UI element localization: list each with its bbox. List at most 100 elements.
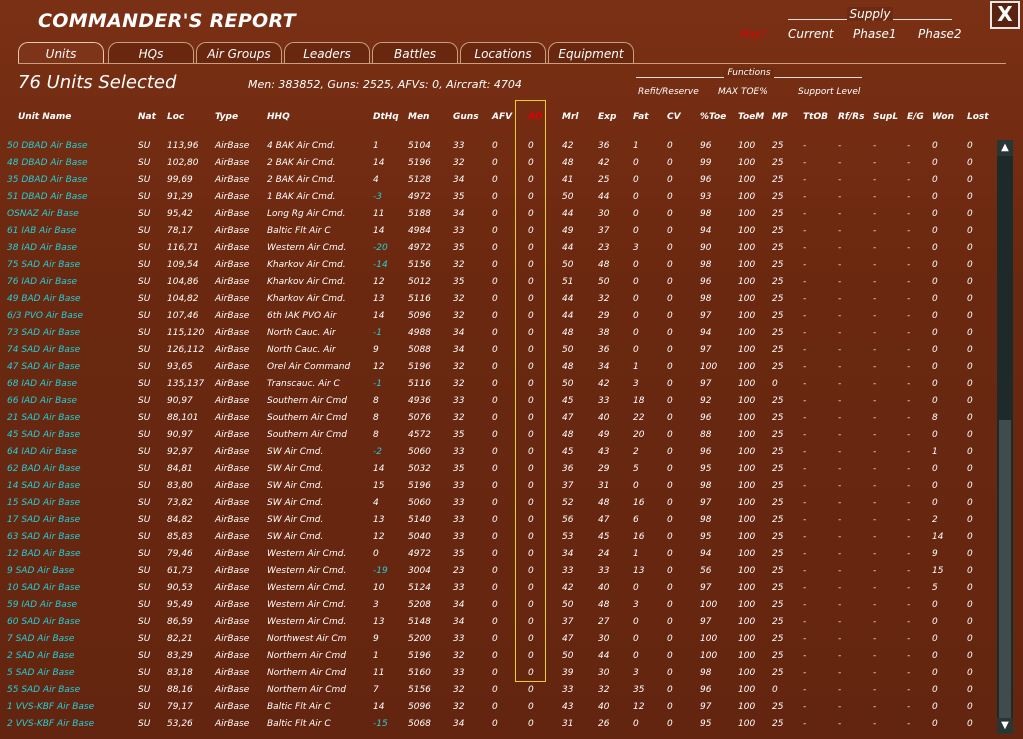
unit-name-link[interactable]: 64 IAD Air Base [7,447,77,457]
table-row[interactable]: 55 SAD Air Base SU 88,16 AirBase Northern Ai… [0,681,990,698]
unit-name-link[interactable]: 9 SAD Air Base [7,566,74,576]
table-row[interactable]: 21 SAD Air Base SU 88,101 AirBase Southern A… [0,409,990,426]
unit-name-link[interactable]: 73 SAD Air Base [7,328,80,338]
unit-name-link[interactable]: 15 SAD Air Base [7,498,80,508]
unit-name-link[interactable]: 68 IAD Air Base [7,379,77,389]
col-header-cv[interactable]: CV [667,112,681,122]
unit-name-link[interactable]: 2 VVS-KBF Air Base [7,719,94,729]
col-header-fat[interactable]: Fat [633,112,649,122]
unit-name-link[interactable]: 7 SAD Air Base [7,634,74,644]
tab-locations[interactable]: Locations [460,42,546,64]
unit-name-link[interactable]: 51 DBAD Air Base [7,192,88,202]
scrollbar-thumb[interactable] [999,420,1011,718]
table-row[interactable]: 50 DBAD Air Base SU 113,96 AirBase 4 BAK Air… [0,137,990,154]
table-row[interactable]: 51 DBAD Air Base SU 91,29 AirBase 1 BAK Air … [0,188,990,205]
unit-name-link[interactable]: 10 SAD Air Base [7,583,80,593]
table-row[interactable]: 2 SAD Air Base SU 83,29 AirBase Northern Air… [0,647,990,664]
refit-reserve-button[interactable]: Refit/Reserve [638,87,699,97]
table-row[interactable]: 9 SAD Air Base SU 61,73 AirBase Western Air … [0,562,990,579]
unit-name-link[interactable]: 55 SAD Air Base [7,685,80,695]
col-header-afv[interactable]: AFV [492,112,512,122]
table-row[interactable]: 60 SAD Air Base SU 86,59 AirBase Western Air… [0,613,990,630]
close-button[interactable]: X [990,1,1020,29]
tab-air-groups[interactable]: Air Groups [196,42,282,64]
support-level-button[interactable]: Support Level [798,87,860,97]
table-row[interactable]: 15 SAD Air Base SU 73,82 AirBase SW Air Cmd.… [0,494,990,511]
table-row[interactable]: 76 IAD Air Base SU 104,86 AirBase Kharkov Ai… [0,273,990,290]
unit-name-link[interactable]: 21 SAD Air Base [7,413,80,423]
unit-name-link[interactable]: 35 DBAD Air Base [7,175,88,185]
table-row[interactable]: 35 DBAD Air Base SU 99,69 AirBase 2 BAK Air … [0,171,990,188]
unit-name-link[interactable]: 14 SAD Air Base [7,481,80,491]
col-header-men[interactable]: Men [408,112,429,122]
unit-name-link[interactable]: OSNAZ Air Base [7,209,79,219]
table-row[interactable]: 66 IAD Air Base SU 90,97 AirBase Southern Ai… [0,392,990,409]
table-row[interactable]: 48 DBAD Air Base SU 102,80 AirBase 2 BAK Air… [0,154,990,171]
table-row[interactable]: 12 BAD Air Base SU 79,46 AirBase Western Air… [0,545,990,562]
unit-name-link[interactable]: 38 IAD Air Base [7,243,77,253]
table-row[interactable]: 68 IAD Air Base SU 135,137 AirBase Transcauc… [0,375,990,392]
unit-name-link[interactable]: 5 SAD Air Base [7,668,74,678]
unit-name-link[interactable]: 74 SAD Air Base [7,345,80,355]
col-header-dthq[interactable]: DtHq [373,112,399,122]
col-header-unit-name[interactable]: Unit Name [18,112,71,122]
supply-phase1-button[interactable]: Phase1 [853,27,896,41]
max-toe-button[interactable]: MAX TOE% [718,87,768,97]
unit-name-link[interactable]: 45 SAD Air Base [7,430,80,440]
unit-name-link[interactable]: 61 IAB Air Base [7,226,76,236]
table-row[interactable]: 38 IAD Air Base SU 116,71 AirBase Western Ai… [0,239,990,256]
col-header-toem[interactable]: ToeM [738,112,764,122]
col-header-ttob[interactable]: TtOB [803,112,828,122]
tab-hqs[interactable]: HQs [108,42,194,64]
table-row[interactable]: 75 SAD Air Base SU 109,54 AirBase Kharkov Ai… [0,256,990,273]
tab-equipment[interactable]: Equipment [548,42,634,64]
unit-name-link[interactable]: 17 SAD Air Base [7,515,80,525]
table-row[interactable]: 74 SAD Air Base SU 126,112 AirBase North Cau… [0,341,990,358]
tab-units[interactable]: Units [18,42,104,64]
table-row[interactable]: 64 IAD Air Base SU 92,97 AirBase SW Air Cmd.… [0,443,990,460]
unit-name-link[interactable]: 63 SAD Air Base [7,532,80,542]
tab-battles[interactable]: Battles [372,42,458,64]
supply-current-button[interactable]: Current [788,27,834,41]
col-header-exp[interactable]: Exp [598,112,616,122]
unit-name-link[interactable]: 49 BAD Air Base [7,294,81,304]
table-row[interactable]: 1 VVS-KBF Air Base SU 79,17 AirBase Baltic F… [0,698,990,715]
table-row[interactable]: 5 SAD Air Base SU 83,18 AirBase Northern Air… [0,664,990,681]
col-header-hhq[interactable]: HHQ [267,112,290,122]
col-header-guns[interactable]: Guns [453,112,479,122]
table-row[interactable]: 61 IAB Air Base SU 78,17 AirBase Baltic Flt … [0,222,990,239]
col-header-mp[interactable]: MP [772,112,788,122]
table-row[interactable]: 2 VVS-KBF Air Base SU 53,26 AirBase Baltic F… [0,715,990,732]
unit-name-link[interactable]: 47 SAD Air Base [7,362,80,372]
col-header-nat[interactable]: Nat [138,112,156,122]
table-row[interactable]: 45 SAD Air Base SU 90,97 AirBase Southern Ai… [0,426,990,443]
col-header-type[interactable]: Type [215,112,238,122]
unit-name-link[interactable]: 6/3 PVO Air Base [7,311,83,321]
col-header-e-g[interactable]: E/G [907,112,924,122]
unit-name-link[interactable]: 66 IAD Air Base [7,396,77,406]
table-row[interactable]: 14 SAD Air Base SU 83,80 AirBase SW Air Cmd.… [0,477,990,494]
table-row[interactable]: 62 BAD Air Base SU 84,81 AirBase SW Air Cmd.… [0,460,990,477]
table-row[interactable]: 17 SAD Air Base SU 84,82 AirBase SW Air Cmd.… [0,511,990,528]
col-header-rf-rs[interactable]: Rf/Rs [838,112,864,122]
table-row[interactable]: 73 SAD Air Base SU 115,120 AirBase North Cau… [0,324,990,341]
tab-leaders[interactable]: Leaders [284,42,370,64]
table-row[interactable]: OSNAZ Air Base SU 95,42 AirBase Long Rg Air … [0,205,990,222]
table-row[interactable]: 6/3 PVO Air Base SU 107,46 AirBase 6th IAK P… [0,307,990,324]
col-header-loc[interactable]: Loc [167,112,184,122]
unit-name-link[interactable]: 48 DBAD Air Base [7,158,88,168]
unit-name-link[interactable]: 50 DBAD Air Base [7,141,88,151]
col-header-mrl[interactable]: Mrl [562,112,578,122]
col-header-won[interactable]: Won [932,112,954,122]
table-row[interactable]: 7 SAD Air Base SU 82,21 AirBase Northwest Ai… [0,630,990,647]
table-row[interactable]: 49 BAD Air Base SU 104,82 AirBase Kharkov Ai… [0,290,990,307]
unit-name-link[interactable]: 2 SAD Air Base [7,651,74,661]
table-row[interactable]: 47 SAD Air Base SU 93,65 AirBase Orel Air Co… [0,358,990,375]
unit-name-link[interactable]: 76 IAD Air Base [7,277,77,287]
scroll-up-button[interactable]: ▲ [997,140,1013,156]
unit-name-link[interactable]: 1 VVS-KBF Air Base [7,702,94,712]
scroll-down-button[interactable]: ▼ [997,718,1013,734]
unit-name-link[interactable]: 60 SAD Air Base [7,617,80,627]
unit-name-link[interactable]: 75 SAD Air Base [7,260,80,270]
supply-phase2-button[interactable]: Phase2 [918,27,961,41]
